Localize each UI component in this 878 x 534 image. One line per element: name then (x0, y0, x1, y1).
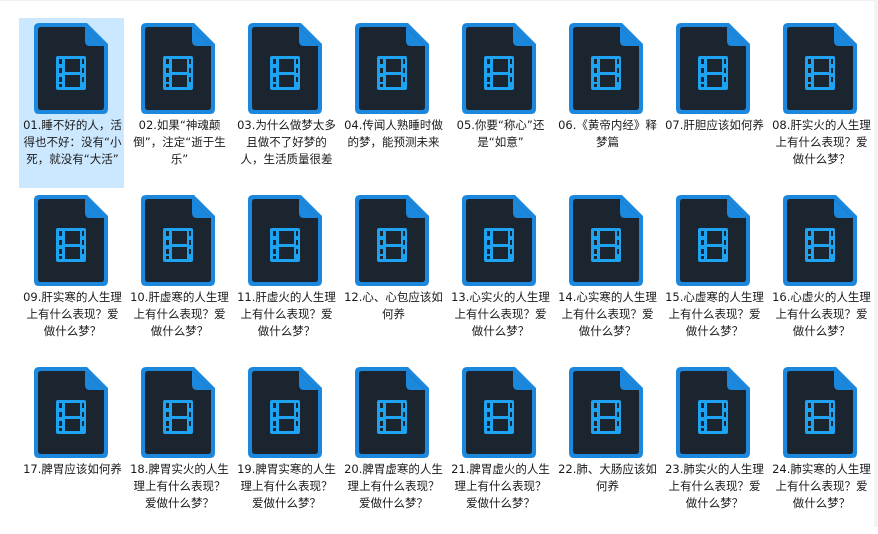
file-name-label: 16.心虚火的人生理上有什么表现？爱做什么梦？ (772, 290, 871, 338)
file-name-label: 11.肝虚火的人生理上有什么表现？爱做什么梦？ (237, 290, 336, 338)
file-name-label: 22.肺、大肠应该如何养 (558, 462, 657, 493)
video-file-icon (460, 365, 538, 460)
video-file-icon (353, 365, 431, 460)
file-item-16[interactable]: 16.心虚火的人生理上有什么表现？爱做什么梦？ (768, 190, 873, 360)
file-item-15[interactable]: 15.心虚寒的人生理上有什么表现？爱做什么梦？ (661, 190, 766, 360)
video-file-icon (139, 193, 217, 288)
video-file-icon (567, 193, 645, 288)
video-file-icon (674, 365, 752, 460)
file-item-14[interactable]: 14.心实寒的人生理上有什么表现？爱做什么梦？ (554, 190, 659, 360)
file-item-2[interactable]: 02.如果“神魂颠倒”，注定“逝于生乐” (126, 18, 231, 188)
file-item-23[interactable]: 23.肺实火的人生理上有什么表现？爱做什么梦？ (661, 362, 766, 532)
file-name-label: 17.脾胃应该如何养 (23, 462, 122, 476)
file-item-7[interactable]: 07.肝胆应该如何养 (661, 18, 766, 188)
file-item-6[interactable]: 06.《黄帝内经》释梦篇 (554, 18, 659, 188)
video-file-icon (781, 193, 859, 288)
file-item-3[interactable]: 03.为什么做梦太多且做不了好梦的人，生活质量很差 (233, 18, 338, 188)
file-item-12[interactable]: 12.心、心包应该如何养 (340, 190, 445, 360)
file-name-label: 14.心实寒的人生理上有什么表现？爱做什么梦？ (558, 290, 657, 338)
file-name-label: 24.肺实寒的人生理上有什么表现？爱做什么梦？ (772, 462, 871, 510)
video-file-icon (567, 365, 645, 460)
video-file-icon (674, 193, 752, 288)
video-file-icon (139, 365, 217, 460)
video-file-icon (567, 21, 645, 116)
file-item-22[interactable]: 22.肺、大肠应该如何养 (554, 362, 659, 532)
file-name-label: 06.《黄帝内经》释梦篇 (558, 118, 657, 149)
video-file-icon (460, 193, 538, 288)
file-name-label: 15.心虚寒的人生理上有什么表现？爱做什么梦？ (665, 290, 764, 338)
video-file-icon (32, 21, 110, 116)
file-item-19[interactable]: 19.脾胃实寒的人生理上有什么表现？爱做什么梦？ (233, 362, 338, 532)
window-top-edge (0, 0, 878, 6)
file-item-5[interactable]: 05.你要“称心”还是“如意” (447, 18, 552, 188)
file-name-label: 07.肝胆应该如何养 (665, 118, 764, 132)
file-item-13[interactable]: 13.心实火的人生理上有什么表现？爱做什么梦？ (447, 190, 552, 360)
file-name-label: 09.肝实寒的人生理上有什么表现？爱做什么梦？ (23, 290, 122, 338)
file-name-label: 13.心实火的人生理上有什么表现？爱做什么梦？ (451, 290, 550, 338)
video-file-icon (353, 21, 431, 116)
file-name-label: 04.传闻人熟睡时做的梦，能预测未来 (344, 118, 443, 149)
video-file-icon (246, 21, 324, 116)
file-name-label: 03.为什么做梦太多且做不了好梦的人，生活质量很差 (237, 118, 336, 166)
file-name-label: 02.如果“神魂颠倒”，注定“逝于生乐” (133, 118, 226, 166)
video-file-icon (139, 21, 217, 116)
video-file-icon (781, 21, 859, 116)
file-name-label: 05.你要“称心”还是“如意” (456, 118, 545, 149)
file-item-21[interactable]: 21.脾胃虚火的人生理上有什么表现？爱做什么梦？ (447, 362, 552, 532)
file-item-11[interactable]: 11.肝虚火的人生理上有什么表现？爱做什么梦？ (233, 190, 338, 360)
file-name-label: 18.脾胃实火的人生理上有什么表现？爱做什么梦？ (130, 462, 229, 510)
file-name-label: 01.睡不好的人，活得也不好：没有“小死，就没有“大活” (23, 118, 122, 166)
video-file-icon (32, 365, 110, 460)
file-item-20[interactable]: 20.脾胃虚寒的人生理上有什么表现？爱做什么梦？ (340, 362, 445, 532)
file-grid: 01.睡不好的人，活得也不好：没有“小死，就没有“大活” 02.如果“神魂颠倒”… (19, 18, 875, 534)
file-item-17[interactable]: 17.脾胃应该如何养 (19, 362, 124, 532)
file-name-label: 23.肺实火的人生理上有什么表现？爱做什么梦？ (665, 462, 764, 510)
file-name-label: 10.肝虚寒的人生理上有什么表现？爱做什么梦？ (130, 290, 229, 338)
video-file-icon (353, 193, 431, 288)
video-file-icon (674, 21, 752, 116)
video-file-icon (32, 193, 110, 288)
file-item-4[interactable]: 04.传闻人熟睡时做的梦，能预测未来 (340, 18, 445, 188)
file-name-label: 19.脾胃实寒的人生理上有什么表现？爱做什么梦？ (237, 462, 336, 510)
file-name-label: 08.肝实火的人生理上有什么表现？爱做什么梦？ (772, 118, 871, 166)
file-item-8[interactable]: 08.肝实火的人生理上有什么表现？爱做什么梦？ (768, 18, 873, 188)
file-name-label: 21.脾胃虚火的人生理上有什么表现？爱做什么梦？ (451, 462, 550, 510)
file-name-label: 12.心、心包应该如何养 (344, 290, 443, 321)
file-item-9[interactable]: 09.肝实寒的人生理上有什么表现？爱做什么梦？ (19, 190, 124, 360)
file-item-10[interactable]: 10.肝虚寒的人生理上有什么表现？爱做什么梦？ (126, 190, 231, 360)
video-file-icon (460, 21, 538, 116)
file-item-18[interactable]: 18.脾胃实火的人生理上有什么表现？爱做什么梦？ (126, 362, 231, 532)
video-file-icon (246, 193, 324, 288)
video-file-icon (246, 365, 324, 460)
file-name-label: 20.脾胃虚寒的人生理上有什么表现？爱做什么梦？ (344, 462, 443, 510)
file-item-24[interactable]: 24.肺实寒的人生理上有什么表现？爱做什么梦？ (768, 362, 873, 532)
file-item-1[interactable]: 01.睡不好的人，活得也不好：没有“小死，就没有“大活” (19, 18, 124, 188)
video-file-icon (781, 365, 859, 460)
